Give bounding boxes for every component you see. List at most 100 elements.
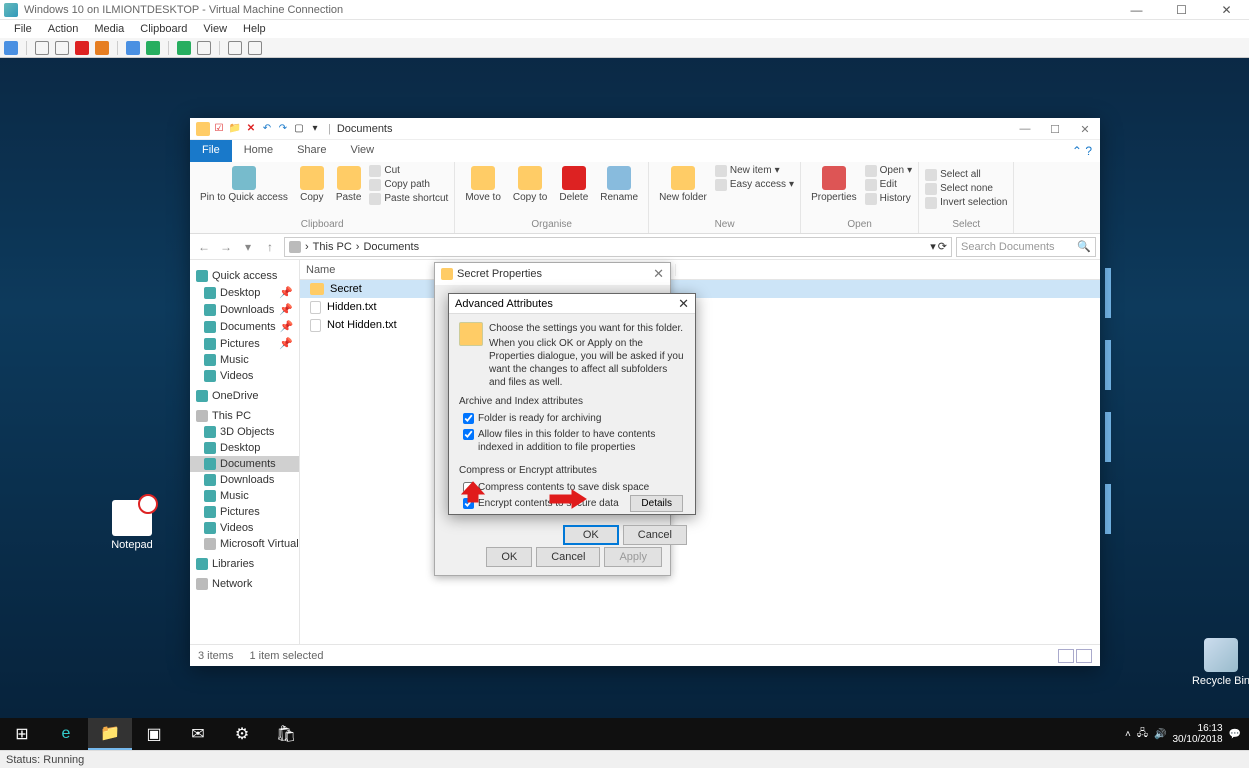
vm-tool-ctrlaltdel-icon[interactable] — [4, 41, 18, 55]
chk-index[interactable]: Allow files in this folder to have conte… — [459, 428, 685, 454]
nav-fwd-button[interactable]: → — [216, 237, 236, 257]
start-button[interactable]: ⊞ — [0, 718, 44, 750]
ribbon-pin-button[interactable]: Pin to Quick access — [196, 164, 292, 205]
file-row[interactable]: Secret — [300, 280, 1100, 298]
address-bar[interactable]: ›This PC ›Documents ▾ ⟳ — [284, 237, 952, 257]
tab-view[interactable]: View — [338, 140, 386, 162]
vm-menu-view[interactable]: View — [203, 23, 227, 35]
desktop-recycle-bin[interactable]: Recycle Bin — [1185, 638, 1249, 687]
vm-menu-file[interactable]: File — [14, 23, 32, 35]
explorer-maximize-button[interactable]: ☐ — [1040, 118, 1070, 140]
taskbar-clock[interactable]: 16:13 30/10/2018 — [1172, 723, 1222, 745]
nav-videos[interactable]: Videos — [190, 368, 299, 384]
view-details-icon[interactable] — [1058, 649, 1074, 663]
column-headers[interactable]: Name Date modified Type Size — [300, 260, 1100, 280]
properties-titlebar[interactable]: Secret Properties ✕ — [435, 263, 670, 285]
explorer-titlebar[interactable]: ☑ 📁 ✕ ↶ ↷ ▢ ▾ | Documents — ☐ ✕ — [190, 118, 1100, 140]
vm-tool-enhanced-icon[interactable] — [228, 41, 242, 55]
taskbar-terminal[interactable]: ▣ — [132, 718, 176, 750]
nav-recent-button[interactable]: ▾ — [238, 237, 258, 257]
view-large-icon[interactable] — [1076, 649, 1092, 663]
nav-network[interactable]: Network — [190, 576, 299, 592]
properties-apply-button[interactable]: Apply — [604, 547, 662, 567]
taskbar-mail[interactable]: ✉ — [176, 718, 220, 750]
ribbon-rename-button[interactable]: Rename — [596, 164, 642, 205]
explorer-minimize-button[interactable]: — — [1010, 118, 1040, 140]
nav-pictures2[interactable]: Pictures — [190, 504, 299, 520]
nav-music[interactable]: Music — [190, 352, 299, 368]
file-row[interactable]: Not Hidden.txt — [300, 316, 1100, 334]
ribbon-invertselection-button[interactable]: Invert selection — [925, 196, 1007, 209]
ribbon-help-icon[interactable]: ⌃ ? — [1064, 140, 1100, 162]
ribbon-history-button[interactable]: History — [865, 192, 913, 205]
vm-menu-media[interactable]: Media — [94, 23, 124, 35]
qat-properties-icon[interactable]: ☑ — [212, 122, 226, 136]
vm-tool-pause-icon[interactable] — [126, 41, 140, 55]
vm-close-button[interactable]: ✕ — [1204, 0, 1249, 20]
nav-downloads2[interactable]: Downloads — [190, 472, 299, 488]
qat-delete-icon[interactable]: ✕ — [244, 122, 258, 136]
vm-tool-shutdown-icon[interactable] — [75, 41, 89, 55]
nav-onedrive[interactable]: OneDrive — [190, 388, 299, 404]
nav-up-button[interactable]: ↑ — [260, 237, 280, 257]
qat-dropdown-icon[interactable]: ▾ — [308, 122, 322, 136]
ribbon-edit-button[interactable]: Edit — [865, 178, 913, 191]
advanced-close-button[interactable]: ✕ — [678, 296, 689, 312]
qat-redo-icon[interactable]: ↷ — [276, 122, 290, 136]
file-row[interactable]: Hidden.txt — [300, 298, 1100, 316]
tab-file[interactable]: File — [190, 140, 232, 162]
ribbon-cut-button[interactable]: Cut — [369, 164, 448, 177]
ribbon-properties-button[interactable]: Properties — [807, 164, 861, 205]
nav-documents2[interactable]: Documents — [190, 456, 299, 472]
nav-downloads[interactable]: Downloads📌 — [190, 301, 299, 318]
ribbon-selectall-button[interactable]: Select all — [925, 168, 1007, 181]
vm-tool-save-icon[interactable] — [95, 41, 109, 55]
tray-up-icon[interactable]: ˄ — [1125, 729, 1131, 740]
vm-tool-reset-icon[interactable] — [146, 41, 160, 55]
desktop-notepad-shortcut[interactable]: Notepad — [96, 500, 168, 551]
properties-ok-button[interactable]: OK — [486, 547, 532, 567]
vm-maximize-button[interactable]: ☐ — [1159, 0, 1204, 20]
ribbon-pasteshortcut-button[interactable]: Paste shortcut — [369, 192, 448, 205]
ribbon-copy-button[interactable]: Copy — [296, 164, 328, 205]
search-input[interactable]: Search Documents 🔍 — [956, 237, 1096, 257]
vm-tool-start-icon[interactable] — [35, 41, 49, 55]
tray-network-icon[interactable]: 🖧 — [1137, 726, 1148, 743]
vm-menu-help[interactable]: Help — [243, 23, 266, 35]
action-center-icon[interactable]: 💬 — [1229, 729, 1241, 740]
nav-music2[interactable]: Music — [190, 488, 299, 504]
ribbon-easyaccess-button[interactable]: Easy access ▾ — [715, 178, 794, 191]
tab-home[interactable]: Home — [232, 140, 285, 162]
taskbar-explorer[interactable]: 📁 — [88, 718, 132, 750]
tab-share[interactable]: Share — [285, 140, 338, 162]
addr-dropdown-icon[interactable]: ▾ — [930, 240, 936, 253]
nav-mvd[interactable]: Microsoft Virtual Di — [190, 536, 299, 552]
ribbon-newitem-button[interactable]: New item ▾ — [715, 164, 794, 177]
qat-newfolder-icon[interactable]: 📁 — [228, 122, 242, 136]
qat-undo-icon[interactable]: ↶ — [260, 122, 274, 136]
nav-videos2[interactable]: Videos — [190, 520, 299, 536]
addr-refresh-icon[interactable]: ⟳ — [938, 240, 947, 253]
ribbon-selectnone-button[interactable]: Select none — [925, 182, 1007, 195]
vm-tool-checkpoint-icon[interactable] — [177, 41, 191, 55]
vm-menu-clipboard[interactable]: Clipboard — [140, 23, 187, 35]
properties-cancel-button[interactable]: Cancel — [536, 547, 600, 567]
taskbar-settings[interactable]: ⚙ — [220, 718, 264, 750]
taskbar-store[interactable]: 🛍 — [264, 718, 308, 750]
tray-volume-icon[interactable]: 🔊 — [1154, 729, 1166, 740]
nav-desktop[interactable]: Desktop📌 — [190, 284, 299, 301]
ribbon-delete-button[interactable]: Delete — [555, 164, 592, 205]
ribbon-open-button[interactable]: Open ▾ — [865, 164, 913, 177]
nav-desktop2[interactable]: Desktop — [190, 440, 299, 456]
vm-tool-share-icon[interactable] — [248, 41, 262, 55]
ribbon-copypath-button[interactable]: Copy path — [369, 178, 448, 191]
advanced-titlebar[interactable]: Advanced Attributes ✕ — [449, 294, 695, 314]
nav-pictures[interactable]: Pictures📌 — [190, 335, 299, 352]
qat-rename-icon[interactable]: ▢ — [292, 122, 306, 136]
properties-close-button[interactable]: ✕ — [653, 266, 664, 282]
nav-libraries[interactable]: Libraries — [190, 556, 299, 572]
nav-3dobjects[interactable]: 3D Objects — [190, 424, 299, 440]
explorer-close-button[interactable]: ✕ — [1070, 118, 1100, 140]
ribbon-paste-button[interactable]: Paste — [332, 164, 366, 205]
nav-quickaccess[interactable]: Quick access — [190, 268, 299, 284]
